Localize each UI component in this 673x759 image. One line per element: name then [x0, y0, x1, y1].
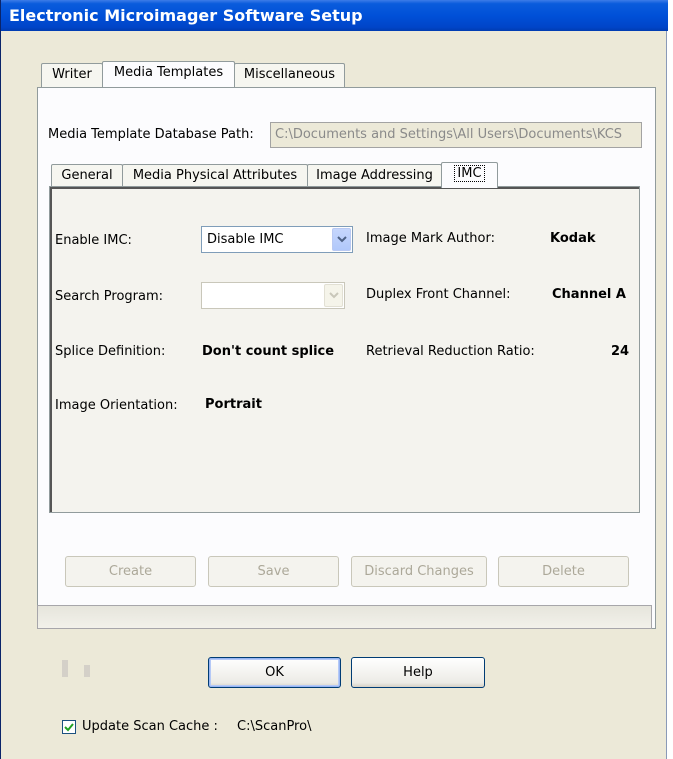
- chevron-down-icon[interactable]: [332, 228, 351, 251]
- ok-button-label: OK: [265, 665, 284, 680]
- db-path-label: Media Template Database Path:: [48, 127, 254, 142]
- help-button[interactable]: Help: [351, 657, 485, 688]
- update-scan-cache-label: Update Scan Cache :: [82, 719, 218, 734]
- delete-button-label: Delete: [542, 564, 585, 579]
- checkmark-icon: [64, 723, 74, 732]
- grip-mark: [84, 665, 90, 677]
- tab-image-addressing-label: Image Addressing: [316, 168, 433, 183]
- retrieval-reduction-ratio-value: 24: [611, 344, 630, 359]
- create-button-label: Create: [108, 564, 153, 579]
- image-mark-author-value: Kodak: [550, 231, 596, 246]
- tab-general-label: General: [61, 168, 113, 183]
- db-path-field[interactable]: C:\Documents and Settings\All Users\Docu…: [270, 122, 642, 148]
- tab-media-templates-label: Media Templates: [113, 65, 224, 80]
- enable-imc-dropdown[interactable]: Disable IMC: [201, 226, 353, 253]
- splice-definition-value: Don't count splice: [202, 344, 335, 359]
- tab-image-addressing[interactable]: Image Addressing: [307, 164, 442, 188]
- retrieval-reduction-ratio-label: Retrieval Reduction Ratio:: [366, 344, 535, 359]
- tab-miscellaneous-label: Miscellaneous: [243, 67, 336, 82]
- update-scan-cache-checkbox[interactable]: [62, 720, 76, 734]
- chevron-down-icon: [324, 284, 343, 307]
- search-program-dropdown[interactable]: [201, 282, 345, 309]
- duplex-front-channel-label: Duplex Front Channel:: [366, 287, 511, 302]
- tab-general[interactable]: General: [51, 164, 123, 188]
- tab-media-physical-attributes-label: Media Physical Attributes: [132, 168, 298, 183]
- grip-mark: [62, 660, 68, 677]
- image-orientation-value: Portrait: [205, 397, 262, 412]
- search-program-label: Search Program:: [55, 289, 164, 304]
- window-title: Electronic Microimager Software Setup: [9, 6, 363, 25]
- tab-imc[interactable]: IMC: [441, 162, 498, 188]
- tab-imc-label: IMC: [454, 165, 485, 182]
- image-mark-author-label: Image Mark Author:: [366, 231, 495, 246]
- create-button[interactable]: Create: [65, 556, 196, 587]
- help-button-label: Help: [403, 665, 433, 680]
- splice-definition-label: Splice Definition:: [55, 344, 166, 359]
- tab-media-physical-attributes[interactable]: Media Physical Attributes: [122, 164, 308, 188]
- setup-window: Electronic Microimager Software Setup Wr…: [0, 0, 668, 759]
- save-button[interactable]: Save: [208, 556, 339, 587]
- tab-writer[interactable]: Writer: [41, 63, 103, 87]
- ok-button[interactable]: OK: [208, 657, 341, 688]
- save-button-label: Save: [257, 564, 290, 579]
- image-orientation-label: Image Orientation:: [55, 398, 178, 413]
- enable-imc-value: Disable IMC: [207, 232, 284, 247]
- tab-writer-label: Writer: [52, 67, 92, 82]
- title-bar[interactable]: Electronic Microimager Software Setup: [1, 0, 668, 31]
- status-bar: [37, 605, 652, 629]
- tab-miscellaneous[interactable]: Miscellaneous: [234, 63, 345, 87]
- enable-imc-label: Enable IMC:: [55, 233, 132, 248]
- tab-media-templates[interactable]: Media Templates: [102, 61, 235, 87]
- discard-changes-button-label: Discard Changes: [364, 564, 474, 579]
- duplex-front-channel-value: Channel A: [552, 287, 626, 302]
- scan-cache-path: C:\ScanPro\: [237, 719, 312, 734]
- delete-button[interactable]: Delete: [498, 556, 629, 587]
- discard-changes-button[interactable]: Discard Changes: [351, 556, 487, 587]
